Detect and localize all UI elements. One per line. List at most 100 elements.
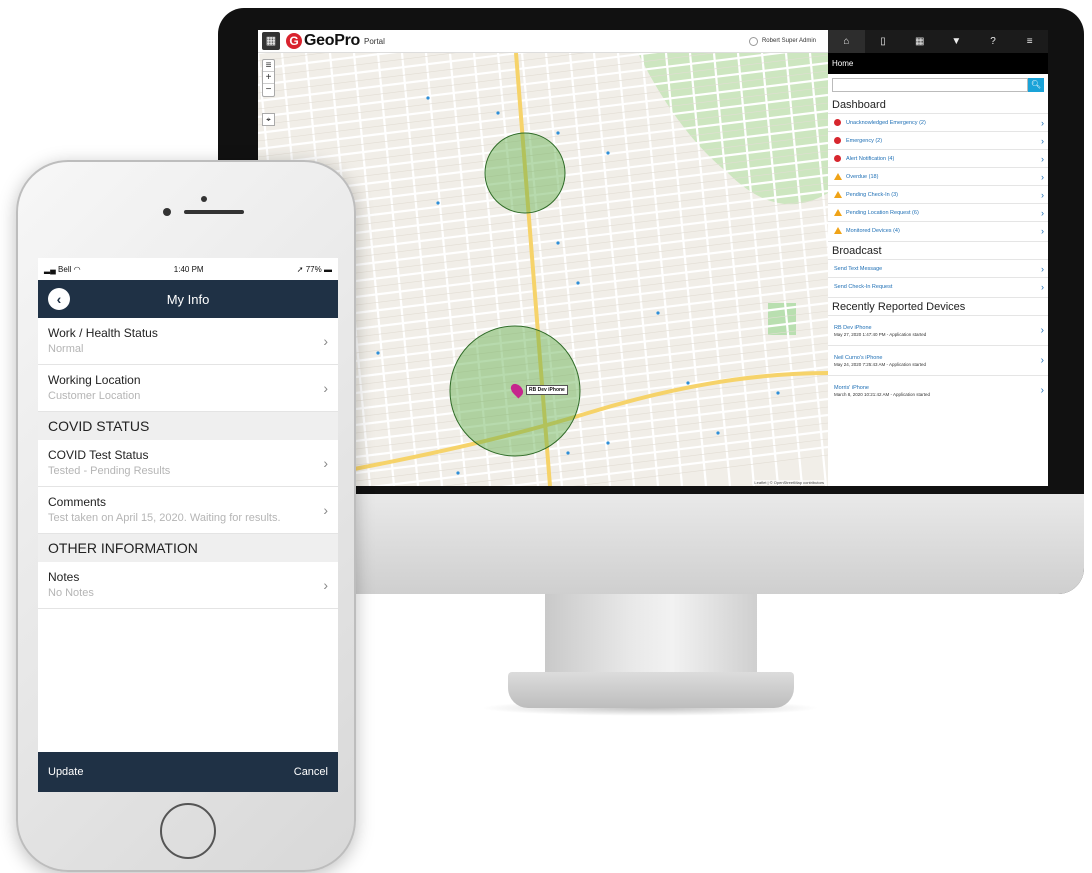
search-input[interactable] xyxy=(832,78,1028,92)
search-bar: 🔍︎ xyxy=(832,78,1044,92)
chevron-right-icon: › xyxy=(1040,325,1044,336)
cancel-button[interactable]: Cancel xyxy=(294,766,328,778)
info-item-text: Work / Health Status Normal xyxy=(48,326,323,356)
dashboard-item-label: Pending Location Request (6) xyxy=(846,209,919,216)
dashboard-item-label: Emergency (2) xyxy=(846,137,883,144)
zoom-out-button[interactable]: − xyxy=(263,84,274,96)
tab-devices[interactable]: ▯ xyxy=(865,30,902,53)
device-point xyxy=(556,241,560,245)
home-button[interactable] xyxy=(160,803,216,859)
info-item-label: Working Location xyxy=(48,373,141,387)
dashboard-item[interactable]: Monitored Devices (4) › xyxy=(828,221,1048,239)
status-bar: ▂▄ Bell ◠ 1:40 PM ➚ 77% ▬ xyxy=(38,258,338,280)
info-item-label: Work / Health Status xyxy=(48,326,158,340)
chevron-right-icon: › xyxy=(323,502,328,518)
device-point xyxy=(456,471,460,475)
phone-navbar: ‹ My Info xyxy=(38,280,338,318)
recent-device-meta: May 27, 2020 1:47:40 PM - Application st… xyxy=(834,331,927,337)
grid-icon[interactable]: ▦ xyxy=(262,32,280,50)
info-item-label: Comments xyxy=(48,495,107,509)
stage: ▦ G GeoPro Portal Robert Super Admin ≡ +… xyxy=(0,0,1092,873)
recent-device-text: Neil Curno's iPhone May 24, 2020 7:25:43 … xyxy=(834,355,1041,367)
device-point xyxy=(606,151,610,155)
info-item[interactable]: Notes No Notes › xyxy=(38,562,338,609)
tab-home[interactable]: ⌂ xyxy=(828,30,865,53)
portal-topbar: ▦ G GeoPro Portal Robert Super Admin xyxy=(258,30,828,53)
map-attribution[interactable]: Leaflet | © OpenStreetMap contributors xyxy=(752,480,826,485)
dashboard-item[interactable]: Overdue (18) › xyxy=(828,167,1048,185)
chevron-right-icon: › xyxy=(1041,281,1044,292)
info-item[interactable]: COVID Test Status Tested - Pending Result… xyxy=(38,440,338,487)
device-point xyxy=(686,381,690,385)
device-point xyxy=(376,351,380,355)
dashboard-item-label: Overdue (18) xyxy=(846,173,879,180)
device-point xyxy=(576,281,580,285)
recent-device-item[interactable]: Morris' iPhone March 8, 2020 10:21:42 AM … xyxy=(828,375,1048,405)
info-item[interactable]: Comments Test taken on April 15, 2020. Wa… xyxy=(38,487,338,534)
recent-device-name: Morris' iPhone xyxy=(834,384,869,391)
info-item-value: No Notes xyxy=(48,587,94,599)
chevron-right-icon: › xyxy=(1041,263,1044,274)
dashboard-item[interactable]: Unacknowledged Emergency (2) › xyxy=(828,113,1048,131)
dashboard-title: Dashboard xyxy=(832,99,886,111)
section-covid-status: COVID STATUS xyxy=(38,412,338,440)
update-button[interactable]: Update xyxy=(48,766,83,778)
chevron-right-icon: › xyxy=(1041,207,1044,218)
locate-button[interactable]: ⌖ xyxy=(262,113,275,126)
broadcast-item[interactable]: Send Check-In Request › xyxy=(828,277,1048,295)
tab-help[interactable]: ? xyxy=(975,30,1012,53)
geofence-circle xyxy=(484,132,566,214)
warning-triangle-icon xyxy=(834,209,842,216)
info-item[interactable]: Working Location Customer Location › xyxy=(38,365,338,412)
tab-menu[interactable]: ≡ xyxy=(1011,30,1048,53)
warning-triangle-icon xyxy=(834,191,842,198)
device-point xyxy=(606,441,610,445)
chevron-right-icon: › xyxy=(1041,135,1044,146)
broadcast-list: Send Text Message › Send Check-In Request › xyxy=(828,259,1048,295)
device-point xyxy=(656,311,660,315)
dashboard-item[interactable]: Alert Notification (4) › xyxy=(828,149,1048,167)
chevron-right-icon: › xyxy=(323,455,328,471)
dashboard-item[interactable]: Pending Location Request (6) › xyxy=(828,203,1048,221)
broadcast-item-label: Send Check-In Request xyxy=(834,283,893,290)
recent-device-meta: May 24, 2020 7:25:43 AM - Application st… xyxy=(834,361,927,367)
info-item[interactable]: Work / Health Status Normal › xyxy=(38,318,338,365)
monitor-base xyxy=(508,672,794,708)
broadcast-item[interactable]: Send Text Message › xyxy=(828,259,1048,277)
chevron-right-icon: › xyxy=(1041,225,1044,236)
user-menu[interactable]: Robert Super Admin xyxy=(748,36,816,46)
home-header: Home xyxy=(828,53,1048,74)
recent-device-text: Morris' iPhone March 8, 2020 10:21:42 AM … xyxy=(834,385,1041,397)
section-other-information: OTHER INFORMATION xyxy=(38,534,338,562)
recent-device-item[interactable]: RB Dev iPhone May 27, 2020 1:47:40 PM - A… xyxy=(828,315,1048,345)
camera-icon xyxy=(201,196,207,202)
dashboard-item[interactable]: Pending Check-In (3) › xyxy=(828,185,1048,203)
recent-device-item[interactable]: Neil Curno's iPhone May 24, 2020 7:25:43 … xyxy=(828,345,1048,375)
tab-table[interactable]: ▦ xyxy=(901,30,938,53)
dashboard-item[interactable]: Emergency (2) › xyxy=(828,131,1048,149)
device-point xyxy=(556,131,560,135)
battery: ➚ 77% ▬ xyxy=(296,264,332,274)
carrier: ▂▄ Bell ◠ xyxy=(44,264,81,274)
info-item-text: COVID Test Status Tested - Pending Result… xyxy=(48,448,323,478)
side-panel: ⌂ ▯ ▦ ▼? ≡ Home 🔍︎ Dashboard Unacknowledged … xyxy=(828,30,1048,486)
chevron-right-icon: › xyxy=(323,333,328,349)
info-item-value: Customer Location xyxy=(48,390,141,402)
device-point xyxy=(566,451,570,455)
portal-screen: ▦ G GeoPro Portal Robert Super Admin ≡ +… xyxy=(258,30,1048,486)
alert-circle-icon xyxy=(834,137,841,144)
recent-device-name: RB Dev iPhone xyxy=(834,324,872,331)
layers-button[interactable]: ≡ xyxy=(263,60,274,72)
alert-circle-icon xyxy=(834,119,841,126)
info-item-value: Test taken on April 15, 2020. Waiting fo… xyxy=(48,512,281,524)
monitor-stand xyxy=(545,594,757,684)
search-icon[interactable]: 🔍︎ xyxy=(1028,78,1044,92)
tab-filter[interactable]: ▼ xyxy=(938,30,975,53)
device-point xyxy=(436,201,440,205)
zoom-in-button[interactable]: + xyxy=(263,72,274,84)
info-list-covid: COVID Test Status Tested - Pending Result… xyxy=(38,440,338,534)
info-item-text: Comments Test taken on April 15, 2020. Wa… xyxy=(48,495,323,525)
recent-device-name: Neil Curno's iPhone xyxy=(834,354,883,361)
device-marker-label: RB Dev iPhone xyxy=(526,385,568,395)
warning-triangle-icon xyxy=(834,173,842,180)
